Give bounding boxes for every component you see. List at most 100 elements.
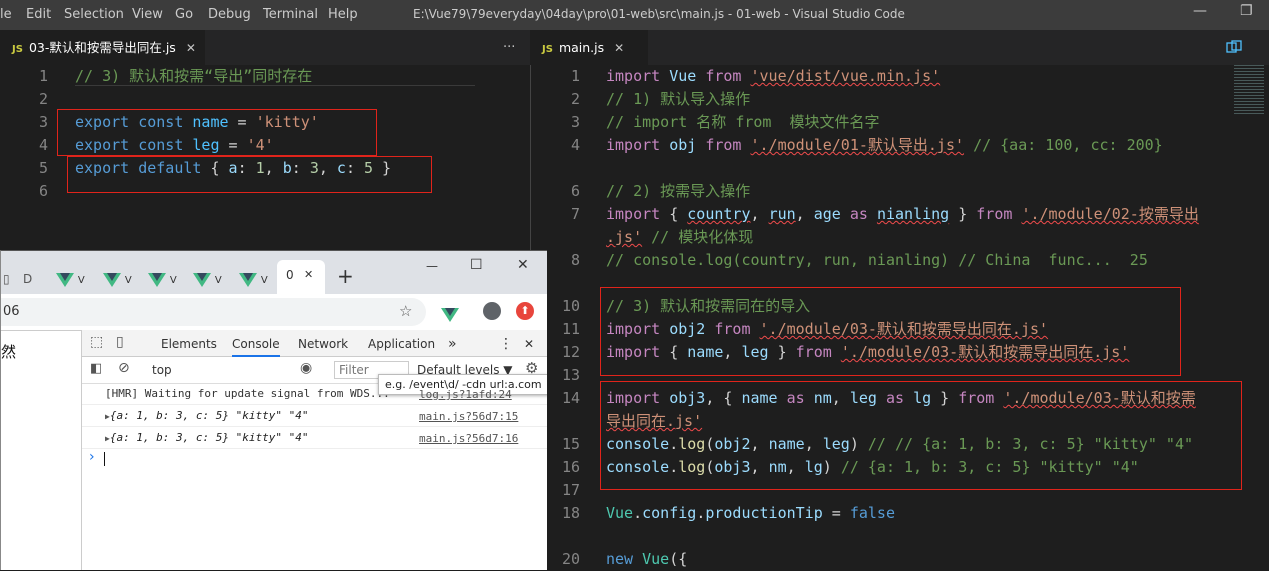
code-line[interactable]: .js' // 模块化体现 bbox=[606, 226, 753, 249]
clear-console-icon[interactable]: ⊘ bbox=[118, 360, 130, 376]
browser-window: ▯ D V V V V V 0 ✕ + — ☐ ✕ 06 ☆ ⬆ 然 ⬚ ▯ E… bbox=[0, 250, 547, 570]
code-line[interactable]: import Vue from 'vue/dist/vue.min.js' bbox=[606, 65, 940, 88]
console-divider bbox=[82, 404, 547, 405]
tab-03-default-and-named[interactable]: JS 03-默认和按需导出同在.js ✕ bbox=[0, 30, 205, 65]
close-icon[interactable]: ✕ bbox=[614, 41, 624, 55]
menu-file[interactable]: le bbox=[0, 7, 12, 22]
console-source-link[interactable]: main.js?56d7:16 bbox=[419, 432, 518, 445]
devtools-menu-icon[interactable]: ⋮ bbox=[499, 331, 513, 357]
line-number: 5 bbox=[38, 159, 48, 177]
code-line[interactable]: Vue.config.productionTip = false bbox=[606, 502, 895, 525]
code-line[interactable]: import obj from './module/01-默认导出.js' //… bbox=[606, 134, 1163, 157]
menu-terminal[interactable]: Terminal bbox=[263, 7, 318, 22]
doc-icon: ▯ bbox=[3, 272, 10, 286]
browser-tab[interactable]: V bbox=[239, 264, 268, 294]
current-line-highlight bbox=[75, 85, 475, 86]
console-divider bbox=[82, 448, 547, 449]
restore-button[interactable]: ❐ bbox=[1240, 3, 1253, 19]
inspect-icon[interactable]: ⬚ bbox=[90, 334, 103, 350]
line-number: 1 bbox=[38, 67, 48, 85]
menu-selection[interactable]: Selection bbox=[64, 7, 124, 22]
line-number: 1 bbox=[570, 67, 580, 85]
vue-logo-icon bbox=[193, 272, 211, 287]
code-line[interactable]: // console.log(country, run, nianling) /… bbox=[606, 249, 1148, 272]
devtools-tab-elements[interactable]: Elements bbox=[161, 331, 217, 357]
eye-icon[interactable]: ◉ bbox=[300, 360, 312, 376]
page-text: 然 bbox=[1, 343, 17, 361]
devtools-tab-application[interactable]: Application bbox=[368, 331, 435, 357]
devtools-tab-console[interactable]: Console bbox=[232, 331, 280, 357]
code-line[interactable]: // 2) 按需导入操作 bbox=[606, 180, 750, 203]
browser-tab[interactable]: D bbox=[23, 264, 32, 294]
tab-label: 03-默认和按需导出同在.js bbox=[28, 40, 176, 55]
line-number: 7 bbox=[570, 205, 580, 223]
vue-devtools-icon[interactable] bbox=[441, 304, 459, 323]
new-tab-button[interactable]: + bbox=[337, 264, 354, 288]
address-bar[interactable]: 06 ☆ bbox=[1, 298, 426, 326]
close-icon[interactable]: ✕ bbox=[304, 268, 313, 281]
console-source-link[interactable]: main.js?56d7:15 bbox=[419, 410, 518, 423]
update-icon[interactable]: ⬆ bbox=[516, 302, 534, 320]
console-message: [HMR] Waiting for update signal from WDS… bbox=[105, 387, 390, 400]
browser-tab[interactable]: V bbox=[148, 264, 177, 294]
vue-logo-icon bbox=[56, 272, 74, 287]
line-number bbox=[540, 226, 580, 249]
code-line[interactable]: // 1) 默认导入操作 bbox=[606, 88, 750, 111]
code-line[interactable]: import { country, run, age as nianling }… bbox=[606, 203, 1199, 226]
line-number: 4 bbox=[38, 136, 48, 154]
line-number bbox=[540, 157, 580, 180]
browser-tab[interactable]: V bbox=[193, 264, 222, 294]
left-tab-bar: JS 03-默认和按需导出同在.js ✕ ··· bbox=[0, 30, 530, 65]
minimap[interactable] bbox=[1234, 65, 1264, 115]
browser-toolbar: 06 ☆ ⬆ bbox=[1, 294, 547, 331]
line-number: 3 bbox=[570, 113, 580, 131]
browser-tab[interactable]: V bbox=[103, 264, 132, 294]
vue-logo-icon bbox=[103, 272, 121, 287]
vue-logo-icon bbox=[148, 272, 166, 287]
tab-main-js[interactable]: JS main.js ✕ bbox=[530, 30, 648, 65]
menu-debug[interactable]: Debug bbox=[208, 7, 251, 22]
line-number: 2 bbox=[38, 90, 48, 108]
menu-view[interactable]: View bbox=[132, 7, 163, 22]
device-toolbar-icon[interactable]: ▯ bbox=[116, 334, 124, 350]
close-icon[interactable]: ✕ bbox=[186, 41, 196, 55]
open-changes-icon[interactable] bbox=[1226, 40, 1242, 56]
browser-close-button[interactable]: ✕ bbox=[517, 257, 529, 273]
context-selector[interactable]: top bbox=[152, 363, 172, 377]
menu-help[interactable]: Help bbox=[328, 7, 358, 22]
console-source-link[interactable]: log.js?1afd:24 bbox=[419, 388, 512, 401]
devtools-close-icon[interactable]: ✕ bbox=[524, 331, 534, 357]
console-caret bbox=[104, 452, 105, 466]
more-actions-icon[interactable]: ··· bbox=[503, 30, 515, 65]
highlight-box-import-alias bbox=[600, 381, 1242, 490]
line-number: 4 bbox=[570, 136, 580, 154]
line-number: 2 bbox=[570, 90, 580, 108]
js-file-icon: JS bbox=[542, 44, 553, 55]
code-line[interactable]: // import 名称 from 模块文件名字 bbox=[606, 111, 880, 134]
line-number: 3 bbox=[38, 113, 48, 131]
browser-minimize-button[interactable]: — bbox=[426, 259, 438, 273]
code-line[interactable]: new Vue({ bbox=[606, 548, 687, 571]
highlight-box-default-export bbox=[67, 156, 432, 193]
console-prompt[interactable]: › bbox=[89, 449, 95, 465]
star-icon[interactable]: ☆ bbox=[399, 302, 412, 320]
js-file-icon: JS bbox=[12, 44, 23, 55]
profile-icon[interactable] bbox=[483, 302, 501, 320]
browser-maximize-button[interactable]: ☐ bbox=[470, 257, 483, 273]
highlight-box-import-both bbox=[600, 287, 1181, 376]
devtools-tab-network[interactable]: Network bbox=[298, 331, 348, 357]
browser-tab[interactable]: V bbox=[56, 264, 85, 294]
minimize-button[interactable]: — bbox=[1193, 3, 1207, 19]
console-divider bbox=[82, 426, 547, 427]
menu-go[interactable]: Go bbox=[175, 7, 193, 22]
tab-label: main.js bbox=[558, 40, 605, 55]
line-number: 6 bbox=[570, 182, 580, 200]
more-tabs-icon[interactable]: » bbox=[448, 331, 457, 357]
browser-tab-active[interactable]: 0 ✕ bbox=[277, 260, 325, 294]
console-message[interactable]: ▶{a: 1, b: 3, c: 5} "kitty" "4" bbox=[105, 406, 309, 426]
title-bar: le Edit Selection View Go Debug Terminal… bbox=[0, 0, 1269, 30]
sidebar-toggle-icon[interactable]: ◧ bbox=[90, 361, 102, 376]
browser-tab[interactable]: ▯ bbox=[3, 264, 10, 294]
menu-edit[interactable]: Edit bbox=[26, 7, 51, 22]
console-message[interactable]: ▶{a: 1, b: 3, c: 5} "kitty" "4" bbox=[105, 428, 309, 448]
